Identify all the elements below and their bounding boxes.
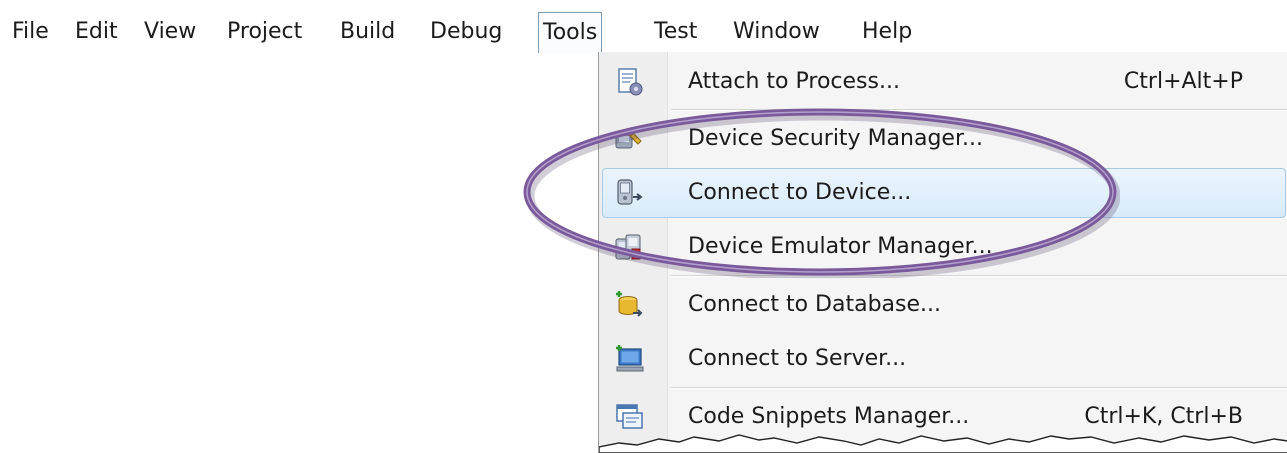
menu-item-connect-to-server[interactable]: Connect to Server...: [599, 332, 1287, 386]
menu-separator: [671, 275, 1287, 277]
menu-item-label: Device Security Manager...: [688, 126, 983, 151]
code-snippets-icon: [613, 401, 645, 433]
menu-debug[interactable]: Debug: [428, 14, 504, 50]
menu-item-connect-to-device[interactable]: Connect to Device...: [599, 166, 1287, 220]
menu-view[interactable]: View: [142, 14, 198, 50]
menu-tools[interactable]: Tools: [538, 12, 603, 53]
menu-separator: [671, 109, 1287, 111]
device-security-icon: [613, 123, 645, 155]
menu-item-label: Connect to Device...: [688, 180, 912, 205]
menu-item-attach-to-process[interactable]: Attach to Process... Ctrl+Alt+P: [599, 55, 1287, 109]
tools-dropdown-menu: Attach to Process... Ctrl+Alt+P Device S…: [598, 52, 1287, 453]
menu-item-device-security-manager[interactable]: Device Security Manager...: [599, 112, 1287, 166]
connect-device-icon: [613, 177, 645, 209]
menu-item-label: Attach to Process...: [688, 69, 900, 94]
torn-edge-decoration: [599, 434, 1287, 453]
menu-project[interactable]: Project: [225, 14, 304, 50]
menu-item-label: Device Emulator Manager...: [688, 234, 993, 259]
menu-build[interactable]: Build: [338, 14, 397, 50]
attach-process-icon: [613, 66, 645, 98]
menu-edit[interactable]: Edit: [73, 14, 120, 50]
menu-item-label: Connect to Database...: [688, 292, 941, 317]
connect-database-icon: [613, 289, 645, 321]
menu-help[interactable]: Help: [860, 14, 914, 50]
menu-window[interactable]: Window: [731, 14, 822, 50]
menu-item-device-emulator-manager[interactable]: Device Emulator Manager...: [599, 220, 1287, 274]
menu-item-label: Connect to Server...: [688, 346, 907, 371]
menu-file[interactable]: File: [10, 14, 51, 50]
menu-separator: [671, 387, 1287, 389]
menu-item-connect-to-database[interactable]: Connect to Database...: [599, 278, 1287, 332]
menu-item-shortcut: Ctrl+Alt+P: [1123, 69, 1243, 94]
connect-server-icon: [613, 343, 645, 375]
device-emulator-icon: [613, 231, 645, 263]
menu-test[interactable]: Test: [652, 14, 699, 50]
